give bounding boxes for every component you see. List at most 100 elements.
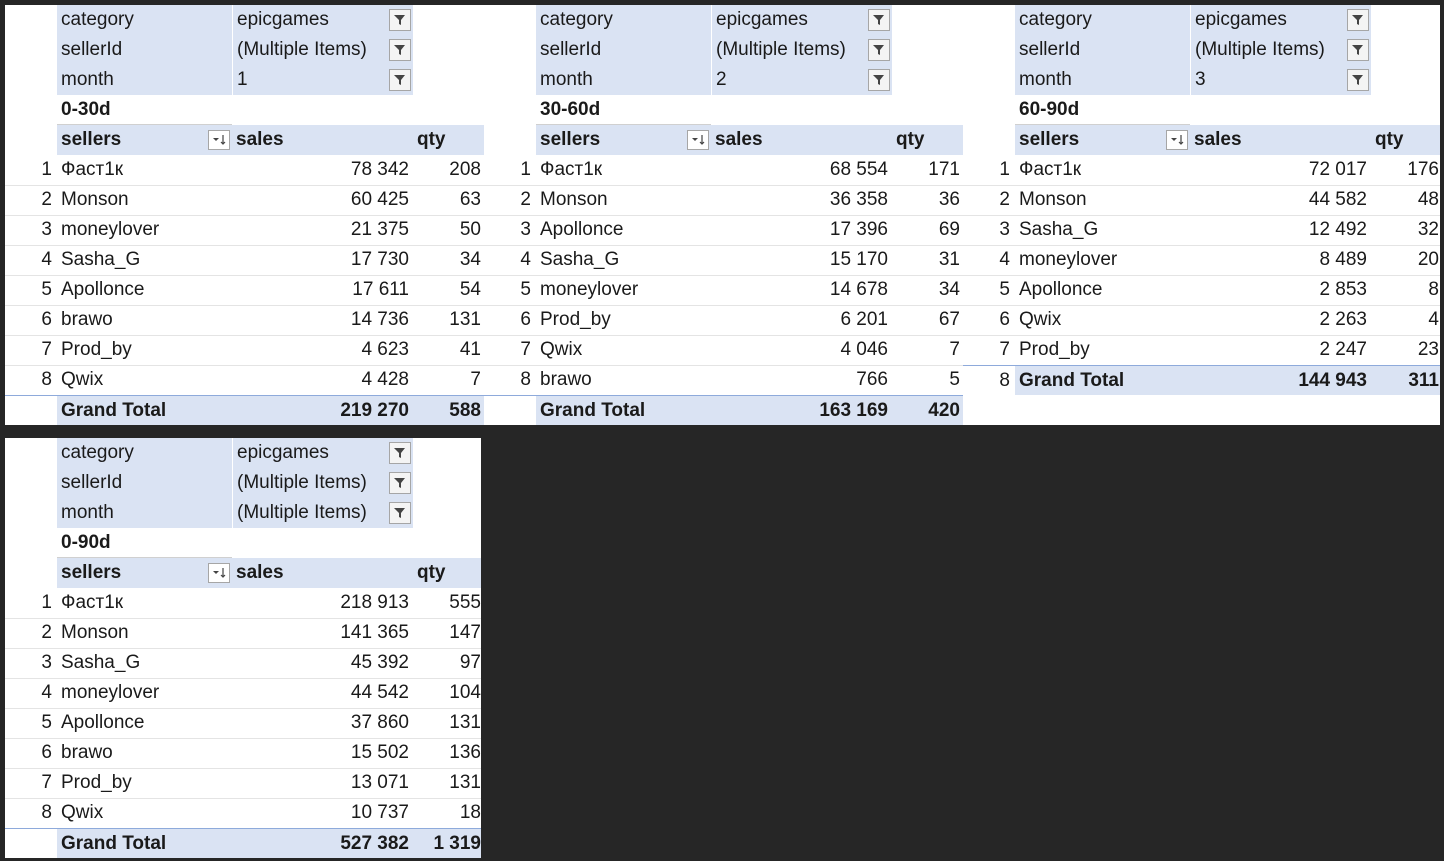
qty-value: 69	[938, 219, 960, 240]
table-row: 8 Qwix 10 737 18	[5, 798, 481, 829]
filter-dropdown-button[interactable]	[868, 69, 890, 91]
filter-dropdown-button[interactable]	[389, 9, 411, 31]
column-header-row: sellers sales qty	[963, 125, 1440, 155]
seller-name: brawo	[61, 742, 113, 763]
seller-name: Apollonce	[1019, 279, 1103, 300]
qty-value: 36	[938, 189, 960, 210]
filter-dropdown-button[interactable]	[389, 502, 411, 524]
funnel-icon	[394, 75, 405, 85]
sales-value: 141 365	[340, 622, 409, 643]
row-number: 6	[41, 742, 52, 763]
row-number: 1	[520, 159, 531, 180]
sort-dropdown-button[interactable]	[208, 130, 230, 150]
row-number: 7	[41, 772, 52, 793]
sales-value: 766	[856, 369, 888, 390]
sort-descending-icon	[213, 568, 226, 578]
sort-dropdown-button[interactable]	[687, 130, 709, 150]
grand-total-row: 8 Grand Total 144 943 311	[963, 365, 1440, 396]
table-row: 8 brawo 766 5	[484, 365, 964, 396]
funnel-icon	[873, 45, 884, 55]
sort-dropdown-button[interactable]	[208, 563, 230, 583]
sales-value: 2 263	[1319, 309, 1367, 330]
sellers-header: sellers	[1019, 129, 1080, 150]
row-number: 1	[41, 592, 52, 613]
filter-row-category: category epicgames	[5, 438, 481, 468]
grand-total-label: Grand Total	[61, 400, 167, 421]
sort-dropdown-button[interactable]	[1166, 130, 1188, 150]
table-row: 3 Sasha_G 12 492 32	[963, 215, 1440, 246]
sales-value: 72 017	[1308, 159, 1367, 180]
filter-row-sellerid: sellerId (Multiple Items)	[5, 468, 481, 498]
sales-value: 4 046	[840, 339, 888, 360]
seller-name: Qwix	[61, 369, 104, 390]
filter-dropdown-button[interactable]	[868, 9, 890, 31]
seller-name: Monson	[61, 189, 129, 210]
filter-dropdown-button[interactable]	[389, 39, 411, 61]
qty-value: 131	[449, 712, 481, 733]
filter-field-value: epicgames	[1190, 5, 1371, 35]
sales-value: 6 201	[840, 309, 888, 330]
row-number-header	[5, 558, 57, 588]
qty-value: 23	[1417, 339, 1439, 360]
seller-name: Фаст1к	[1019, 159, 1082, 180]
filter-dropdown-button[interactable]	[389, 69, 411, 91]
seller-name: Prod_by	[540, 309, 611, 330]
seller-name: Фаст1к	[540, 159, 603, 180]
qty-value: 171	[928, 159, 960, 180]
filter-field-label: month	[57, 498, 232, 528]
filter-dropdown-button[interactable]	[1347, 9, 1369, 31]
sales-value: 2 853	[1319, 279, 1367, 300]
filter-row-month: month (Multiple Items)	[5, 498, 481, 528]
qty-header: qty	[896, 129, 925, 150]
filter-row-sellerid: sellerId (Multiple Items)	[484, 35, 964, 65]
filter-dropdown-button[interactable]	[1347, 69, 1369, 91]
filter-field-label: month	[1015, 65, 1190, 95]
filter-field-label: category	[57, 438, 232, 468]
table-row: 4 Sasha_G 15 170 31	[484, 245, 964, 276]
sales-value: 17 611	[352, 279, 409, 300]
bucket-label: 30-60d	[536, 95, 711, 125]
table-row: 3 moneylover 21 375 50	[5, 215, 485, 246]
sales-value: 45 392	[350, 652, 409, 673]
filter-field-label: category	[536, 5, 711, 35]
qty-value: 31	[938, 249, 960, 270]
qty-value: 41	[459, 339, 481, 360]
seller-name: Apollonce	[540, 219, 624, 240]
row-number: 2	[41, 189, 52, 210]
qty-value: 32	[1417, 219, 1439, 240]
row-number: 8	[41, 802, 52, 823]
bucket-label-row: 30-60d	[484, 95, 964, 126]
filter-field-label: month	[57, 65, 232, 95]
row-number	[5, 396, 57, 425]
qty-header: qty	[1375, 129, 1404, 150]
filter-dropdown-button[interactable]	[389, 472, 411, 494]
qty-value: 7	[470, 369, 481, 390]
grand-total-label: Grand Total	[1019, 370, 1125, 391]
filter-row-month: month 3	[963, 65, 1440, 95]
funnel-icon	[873, 75, 884, 85]
seller-name: moneylover	[61, 219, 160, 240]
qty-header: qty	[417, 129, 446, 150]
table-row: 6 brawo 15 502 136	[5, 738, 481, 769]
sales-value: 12 492	[1308, 219, 1367, 240]
row-number: 6	[999, 309, 1010, 330]
row-number: 1	[999, 159, 1010, 180]
filter-dropdown-button[interactable]	[868, 39, 890, 61]
funnel-icon	[394, 45, 405, 55]
grand-total-row: Grand Total 527 382 1 319	[5, 828, 481, 858]
row-number: 3	[999, 219, 1010, 240]
qty-value: 555	[449, 592, 481, 613]
filter-field-value: (Multiple Items)	[232, 468, 413, 498]
sales-value: 13 071	[350, 772, 409, 793]
qty-value: 104	[449, 682, 481, 703]
filter-dropdown-button[interactable]	[1347, 39, 1369, 61]
sort-descending-icon	[1171, 135, 1184, 145]
filter-field-value: (Multiple Items)	[232, 35, 413, 65]
qty-value: 176	[1407, 159, 1439, 180]
filter-dropdown-button[interactable]	[389, 442, 411, 464]
filter-row-month: month 2	[484, 65, 964, 95]
column-header-row: sellers sales qty	[5, 125, 485, 155]
seller-name: Monson	[1019, 189, 1087, 210]
sellers-header: sellers	[61, 562, 122, 583]
grand-total-qty: 311	[1408, 370, 1439, 391]
